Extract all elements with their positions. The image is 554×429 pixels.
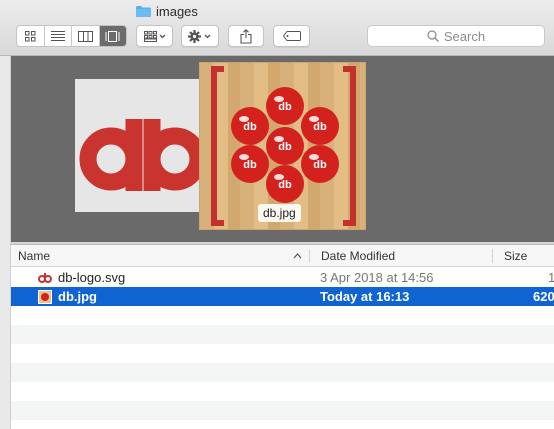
empty-row — [11, 401, 554, 420]
search-field[interactable]: Search — [367, 25, 545, 47]
list-view-icon — [50, 31, 65, 41]
svg-text:db: db — [278, 141, 292, 153]
logo-thumbnail[interactable] — [75, 79, 211, 212]
tag-icon — [282, 31, 301, 41]
file-size: 620 — [533, 289, 554, 304]
folder-icon — [136, 6, 151, 17]
jpg-file-icon — [38, 289, 52, 304]
file-list: db-logo.svg 3 Apr 2018 at 14:56 1 db.jpg… — [11, 268, 554, 429]
svg-text:db: db — [243, 159, 257, 171]
column-header-date-modified[interactable]: Date Modified — [321, 245, 491, 267]
gallery-preview: db db db db db db db db.jpg — [11, 56, 554, 242]
gallery-view-button[interactable] — [99, 26, 126, 46]
arrange-grid-icon — [143, 30, 165, 42]
list-view-button[interactable] — [45, 26, 72, 46]
file-row-selected[interactable]: db.jpg Today at 16:13 620 — [11, 287, 554, 306]
icon-view-button[interactable] — [17, 26, 45, 46]
svg-text:db: db — [278, 179, 292, 191]
window-title-text: images — [156, 4, 198, 19]
empty-row — [11, 382, 554, 401]
svg-text:db: db — [313, 121, 327, 133]
icon-view-icon — [24, 30, 36, 41]
view-mode-segmented-control — [16, 25, 127, 47]
file-row[interactable]: db-logo.svg 3 Apr 2018 at 14:56 1 — [11, 268, 554, 287]
file-date-modified: Today at 16:13 — [320, 289, 410, 304]
sort-ascending-icon — [293, 253, 302, 259]
svg-file-icon — [38, 271, 52, 285]
column-header-name[interactable]: Name — [18, 245, 298, 267]
finder-toolbar: images Search — [0, 0, 554, 56]
empty-row — [11, 325, 554, 344]
column-separator — [492, 249, 493, 263]
empty-row — [11, 363, 554, 382]
empty-row — [11, 344, 554, 363]
action-menu-button[interactable] — [181, 25, 219, 47]
empty-row — [11, 306, 554, 325]
arrange-button[interactable] — [136, 25, 173, 47]
photo-thumbnail[interactable]: db db db db db db db db.jpg — [199, 62, 366, 230]
svg-text:db: db — [243, 121, 257, 133]
column-header-row: Name Date Modified Size — [11, 245, 554, 267]
share-button[interactable] — [228, 25, 264, 47]
file-date-modified: 3 Apr 2018 at 14:56 — [320, 270, 434, 285]
column-view-icon — [77, 30, 93, 42]
file-name: db.jpg — [58, 289, 97, 304]
photo-filename-label: db.jpg — [258, 204, 301, 222]
share-icon — [240, 28, 252, 44]
search-placeholder: Search — [443, 28, 486, 44]
db-logo-image — [79, 119, 207, 191]
gallery-view-icon — [105, 30, 120, 42]
column-view-button[interactable] — [72, 26, 100, 46]
window-title: images — [136, 4, 198, 19]
search-icon — [427, 30, 439, 42]
file-name: db-logo.svg — [58, 270, 126, 285]
svg-text:db: db — [313, 159, 327, 171]
tags-button[interactable] — [273, 25, 310, 47]
file-size: 1 — [548, 270, 554, 285]
column-header-size[interactable]: Size — [504, 245, 554, 267]
gear-icon — [188, 29, 211, 43]
svg-text:db: db — [278, 101, 292, 113]
sidebar-edge — [0, 56, 11, 429]
column-separator — [309, 249, 310, 263]
